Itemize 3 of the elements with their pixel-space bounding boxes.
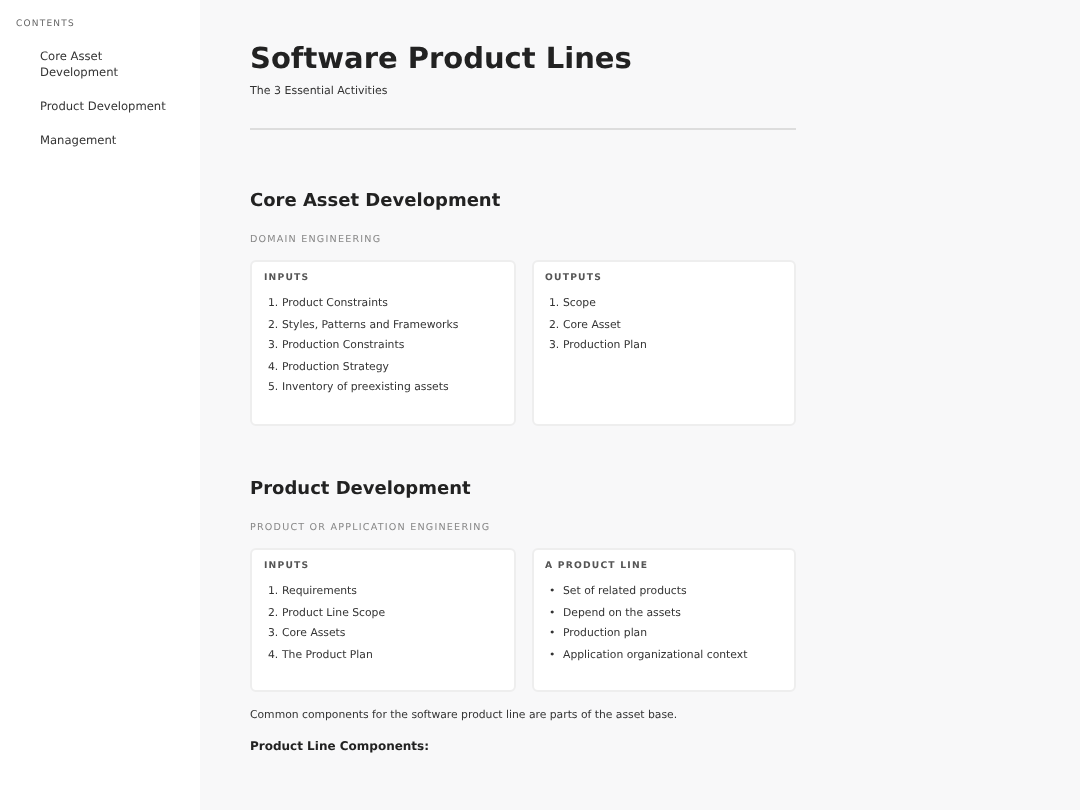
section-title: Product Development	[250, 477, 473, 504]
page-title: Software Product Lines	[250, 44, 634, 79]
section-title: Core Asset Development	[250, 189, 503, 216]
